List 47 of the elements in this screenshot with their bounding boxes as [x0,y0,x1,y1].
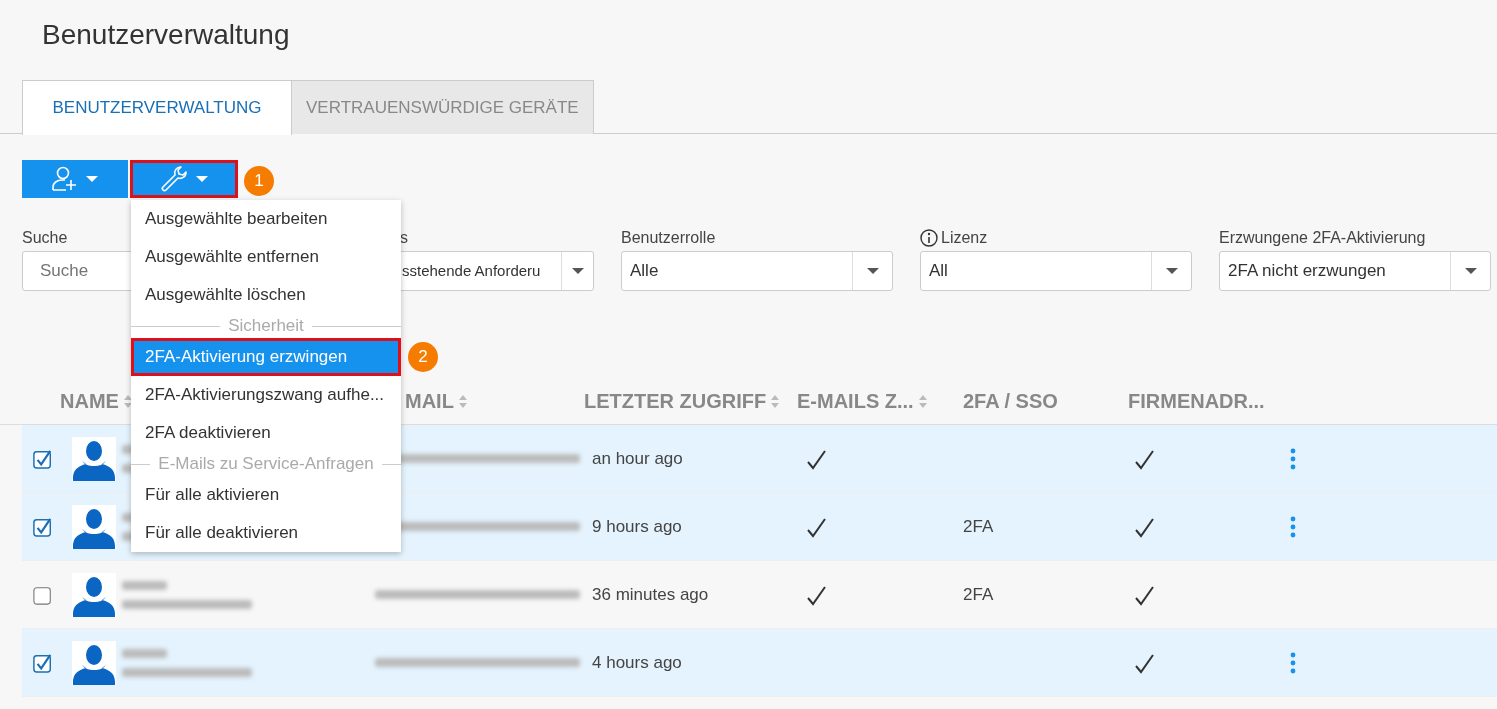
table-cell: 9 hours ago [592,516,682,536]
menu-item[interactable]: Für alle deaktivieren [131,514,401,552]
avatar-icon [72,640,116,685]
field-label: Erzwungene 2FA-Aktivierung [1219,228,1426,248]
table-cell: 2FA [963,584,994,604]
checkbox[interactable] [33,584,53,605]
table-cell: 4 hours ago [592,652,682,672]
caret-icon [866,268,879,274]
redacted-text [122,580,167,590]
table-row[interactable]: 4 hours ago [22,629,1497,697]
more-icon[interactable] [1290,447,1296,470]
field-label: Benutzerrolle [621,228,716,248]
menu-item[interactable]: 2FA-Aktivierungszwang aufhe... [131,376,401,414]
redacted-text [122,648,167,658]
avatar-icon [72,436,116,481]
dropdown-field[interactable]: Alle [621,251,893,291]
menu-item[interactable]: Ausgewählte bearbeiten [131,200,401,238]
more-icon[interactable] [1290,651,1296,674]
add-user-button[interactable] [22,160,128,198]
caret-icon [196,176,208,182]
wrench-icon [160,165,188,193]
field-label: Suche [22,228,68,248]
table-cell: an hour ago [592,448,683,468]
table-cell: 2FA [963,516,994,536]
menu-section-label: Sicherheit [228,315,304,338]
table-cell: 36 minutes ago [592,584,709,604]
checkbox[interactable] [33,448,53,469]
caret-icon [571,268,584,274]
step-badge: 2 [408,342,438,372]
avatar-icon [72,504,116,549]
checkbox[interactable] [33,652,53,673]
page-title: Benutzerverwaltung [41,18,291,52]
menu-section-label: E-Mails zu Service-Anfragen [158,453,374,476]
dropdown-field[interactable]: All [920,251,1192,291]
checkbox[interactable] [33,516,53,537]
add-user-icon [52,166,78,192]
field-label: s [400,228,408,248]
field-label: Lizenz [941,228,988,248]
dropdown-field[interactable]: 2FA nicht erzwungen [1219,251,1491,291]
avatar-icon [72,572,116,617]
step-badge: 1 [244,166,274,196]
caret-icon [86,176,98,182]
tools-button[interactable] [130,160,238,198]
caret-icon [1165,268,1178,274]
tab[interactable]: BENUTZERVERWALTUNG [22,80,292,135]
more-icon[interactable] [1290,515,1296,538]
caret-icon [1464,268,1477,274]
